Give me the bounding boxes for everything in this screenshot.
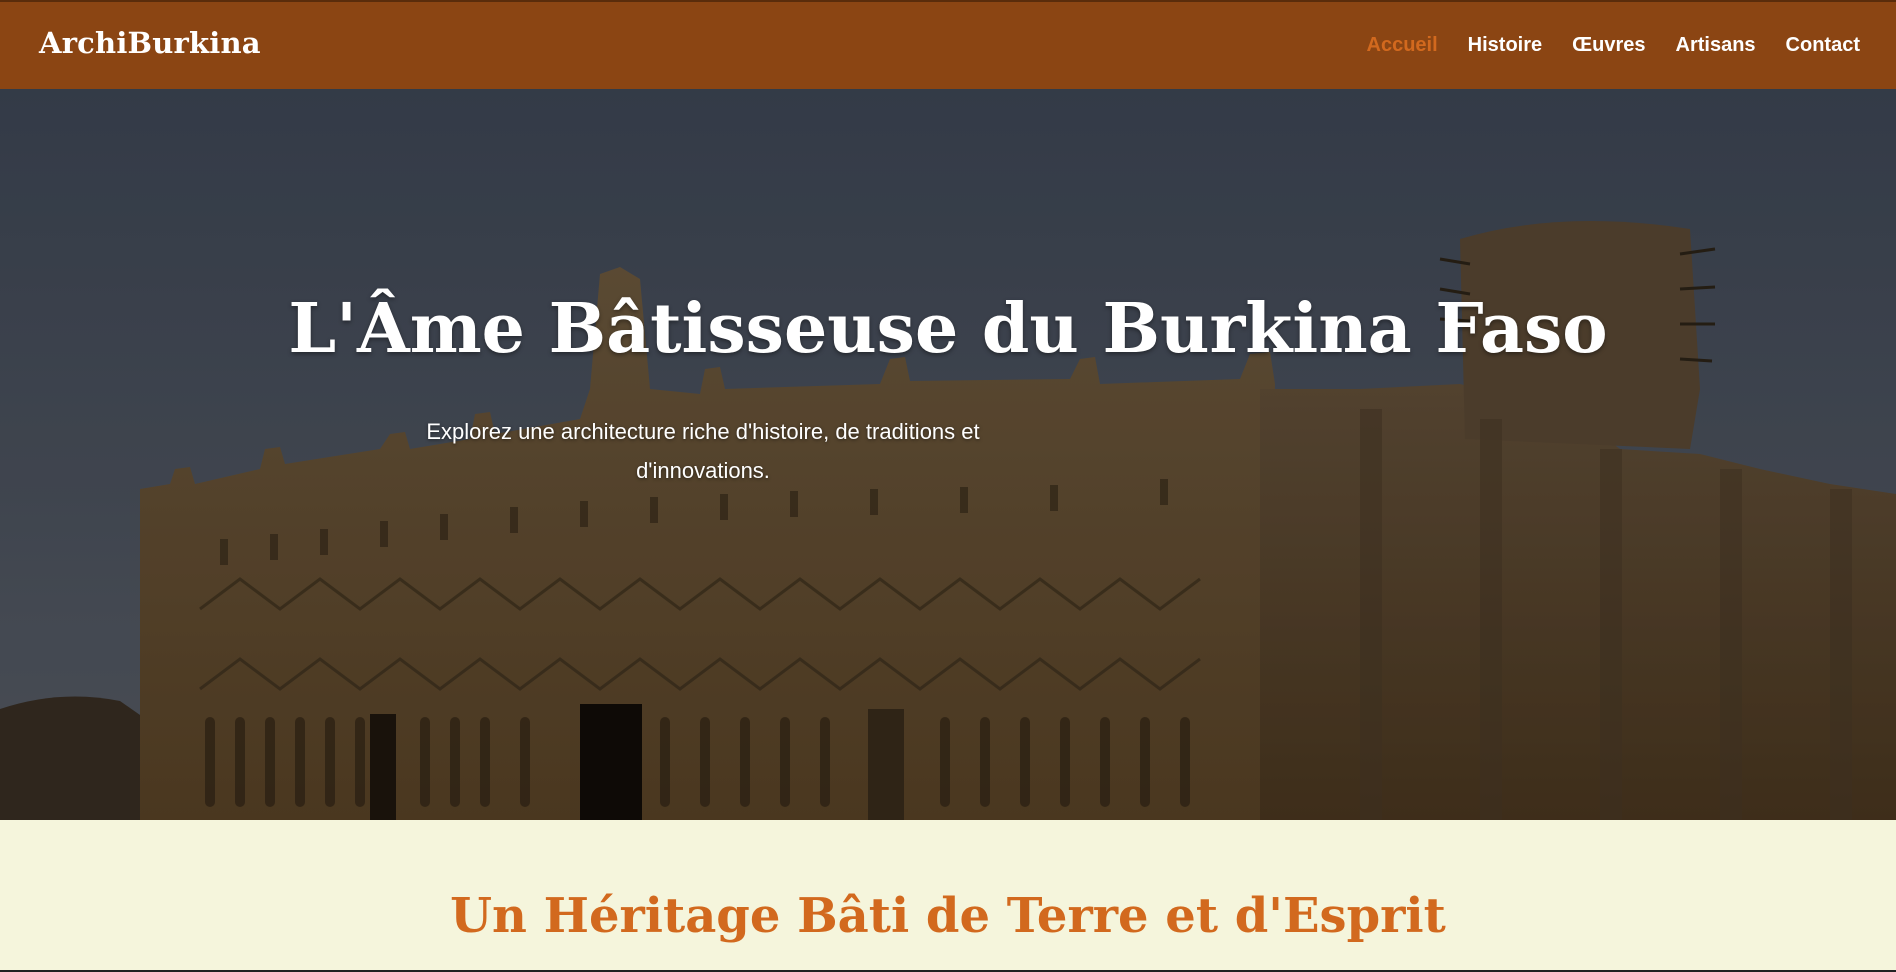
section-title: Un Héritage Bâti de Terre et d'Esprit xyxy=(450,888,1446,944)
nav-link-contact[interactable]: Contact xyxy=(1786,34,1860,57)
hero-subtitle: Explorez une architecture riche d'histoi… xyxy=(426,419,980,483)
nav-link-artisans[interactable]: Artisans xyxy=(1676,34,1756,57)
hero-title: L'Âme Bâtisseuse du Burkina Faso xyxy=(288,289,1608,369)
nav-link-oeuvres[interactable]: Œuvres xyxy=(1572,34,1645,57)
hero-banner: L'Âme Bâtisseuse du Burkina Faso Explore… xyxy=(0,89,1896,820)
nav-link-histoire[interactable]: Histoire xyxy=(1468,34,1542,57)
site-header: ArchiBurkina Accueil Histoire Œuvres Art… xyxy=(0,0,1896,89)
site-logo[interactable]: ArchiBurkina xyxy=(39,26,261,60)
nav-link-accueil[interactable]: Accueil xyxy=(1367,34,1438,57)
main-nav: Accueil Histoire Œuvres Artisans Contact xyxy=(1337,34,1860,57)
heritage-section: Un Héritage Bâti de Terre et d'Esprit xyxy=(0,820,1896,972)
